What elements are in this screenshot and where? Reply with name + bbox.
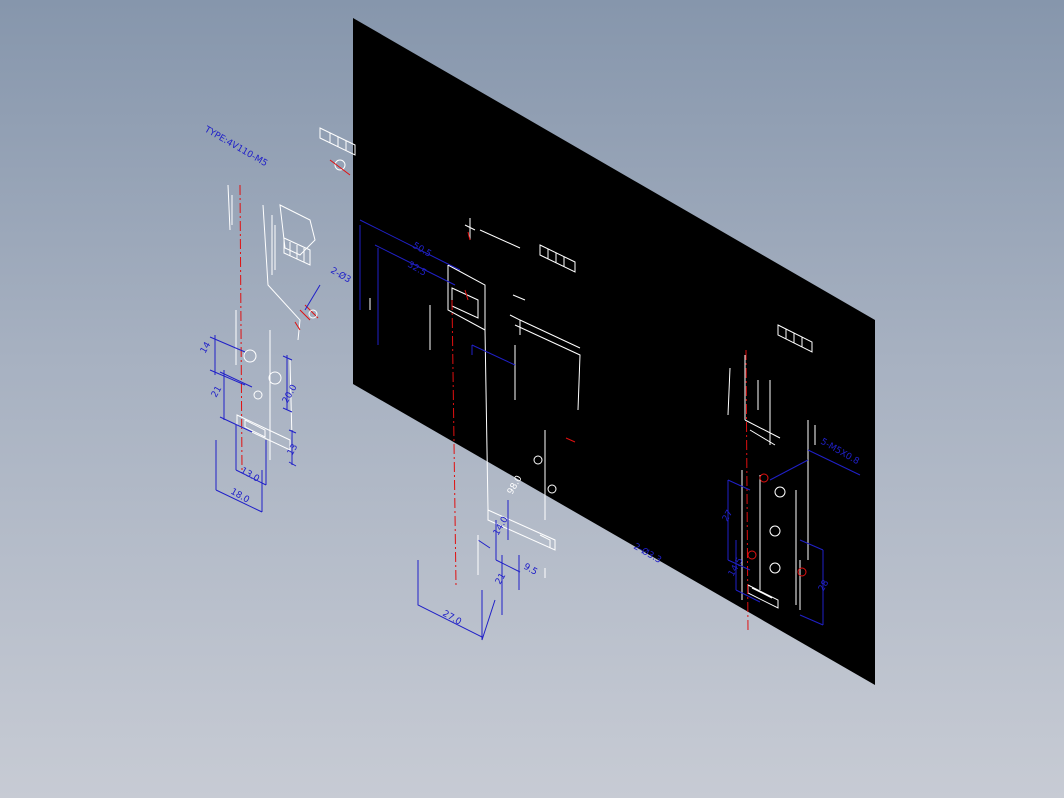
dim-18-0: 18.0 <box>229 487 252 506</box>
title-symbol-top <box>319 127 356 176</box>
dim-13: 13 <box>286 443 300 458</box>
dim-14: 14 <box>199 340 214 355</box>
dim-21-left: 21 <box>210 385 224 400</box>
left-port-hole <box>268 371 282 385</box>
cad-drawing-canvas[interactable]: TYPE:4V110-M5 14 21 20.0 13 13.0 18.0 50… <box>0 0 1064 798</box>
left-port-hole <box>243 349 257 363</box>
cad-viewport[interactable]: TYPE:4V110-M5 14 21 20.0 13 13.0 18.0 50… <box>0 0 1064 798</box>
dim-13-0: 13.0 <box>239 466 262 485</box>
dim-2-phi: 2-Ø3 <box>329 265 353 285</box>
dim-27-0: 27.0 <box>441 609 464 628</box>
left-view <box>209 184 321 513</box>
dim-20-0: 20.0 <box>281 383 300 406</box>
left-view-labels: TYPE:4V110-M5 14 21 20.0 13 13.0 18.0 <box>199 124 300 505</box>
type-label: TYPE:4V110-M5 <box>202 124 269 169</box>
dim-9-5: 9.5 <box>522 562 539 578</box>
dim-21-mid: 21 <box>494 572 508 587</box>
drawing-sheet <box>353 18 875 685</box>
left-body-outline <box>227 184 301 341</box>
